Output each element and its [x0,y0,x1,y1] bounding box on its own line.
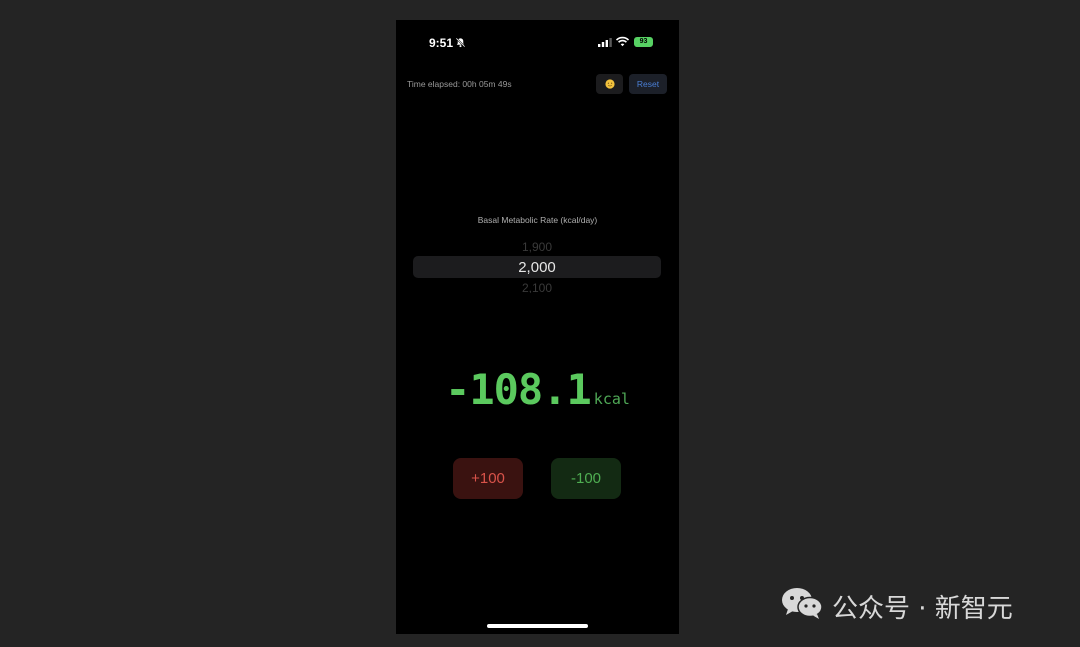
picker-option-next[interactable]: 2,100 [413,281,661,293]
wechat-icon [782,588,823,619]
calorie-unit: kcal [593,390,630,408]
bmr-picker[interactable]: 1,900 2,000 2,100 [413,238,661,296]
emoji-button[interactable] [596,74,623,94]
signal-icon [598,38,612,47]
picker-option-selected[interactable]: 2,000 [413,259,661,276]
bmr-label: Basal Metabolic Rate (kcal/day) [477,215,598,225]
calorie-readout: -108.1 kcal [396,365,679,414]
calorie-value: -108.1 [445,365,592,414]
status-bar: 9:51 93 [396,20,679,66]
reset-button[interactable]: Reset [629,74,667,94]
wifi-icon [616,36,629,47]
home-indicator[interactable] [487,624,588,628]
screenshot-stage: 9:51 93 Time elapsed: 00h 05m 49s Reset … [0,0,1080,647]
emoji-face-icon [605,79,615,89]
plus-100-button[interactable]: +100 [453,458,523,499]
picker-option-prev[interactable]: 1,900 [413,240,661,254]
bell-slash-icon [455,37,466,48]
battery-icon: 93 [634,37,653,47]
time-elapsed-text: Time elapsed: 00h 05m 49s [407,79,512,89]
minus-100-button[interactable]: -100 [551,458,621,499]
phone-screen: 9:51 93 Time elapsed: 00h 05m 49s Reset … [396,20,679,634]
status-time: 9:51 [429,36,454,50]
watermark-text: 公众号 · 新智元 [832,594,1013,624]
